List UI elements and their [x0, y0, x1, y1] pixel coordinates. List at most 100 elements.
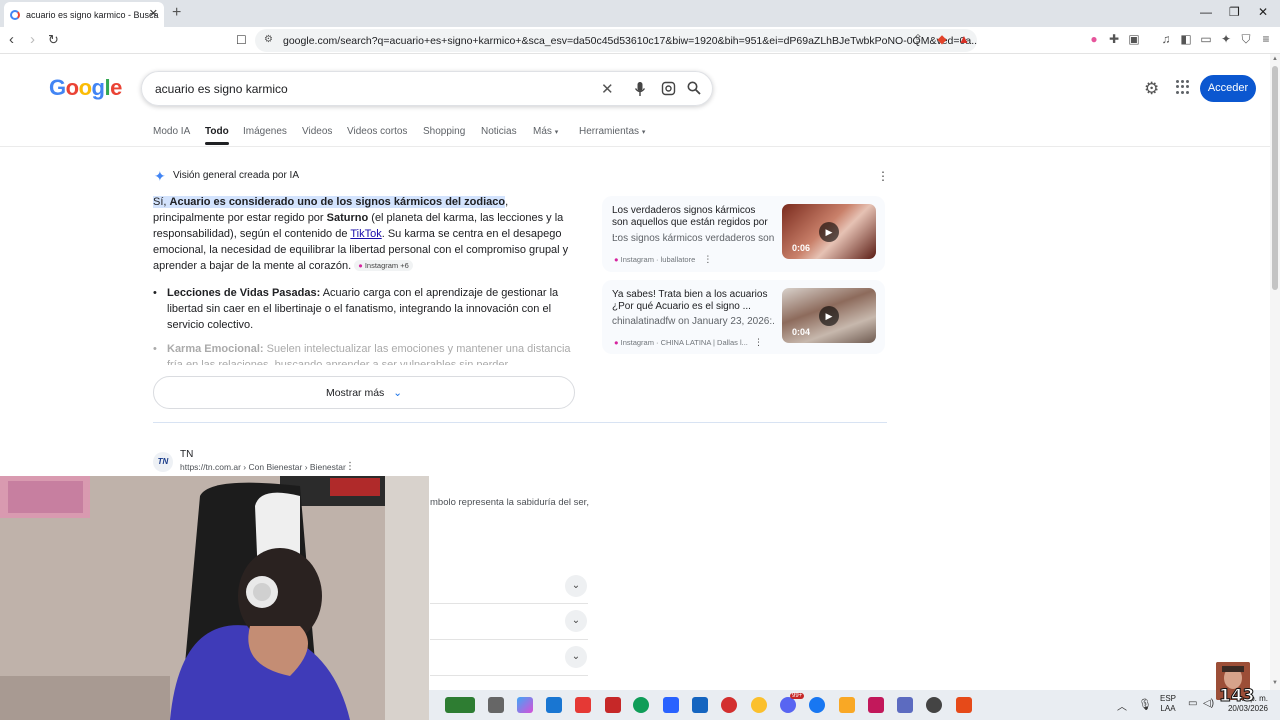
expand-chevron-icon[interactable]: ⌄ — [565, 610, 587, 632]
tab-modo-ia[interactable]: Modo IA — [153, 126, 190, 137]
rewards-icon[interactable]: ▲ — [957, 32, 971, 46]
reload-icon[interactable]: ↻ — [48, 32, 59, 48]
video-thumbnail[interactable]: ▶ 0:04 — [782, 288, 876, 343]
result-site-name[interactable]: TN — [180, 449, 193, 460]
google-logo[interactable]: Google — [49, 75, 122, 101]
browser-tab[interactable]: acuario es signo karmico - Busca ✕ — [4, 2, 164, 27]
scroll-up-icon[interactable]: ▲ — [1272, 56, 1278, 62]
clear-search-icon[interactable]: ✕ — [601, 80, 614, 98]
messenger-icon[interactable] — [663, 697, 679, 713]
tab-imagenes[interactable]: Imágenes — [243, 126, 287, 137]
video-card[interactable]: Los verdaderos signos kármicos son aquel… — [602, 196, 885, 272]
volume-icon[interactable]: ◁) — [1203, 698, 1214, 709]
tab-videos[interactable]: Videos — [302, 126, 332, 137]
vpn-icon[interactable]: ⛉ — [1239, 32, 1253, 46]
app-icon[interactable] — [868, 697, 884, 713]
forward-icon[interactable]: › — [30, 31, 35, 48]
netflix-icon[interactable] — [605, 697, 621, 713]
media-icon[interactable]: ♫ — [1159, 32, 1173, 46]
game-app-icon[interactable] — [445, 697, 475, 713]
youtube-icon[interactable] — [575, 697, 591, 713]
lens-search-icon[interactable] — [661, 81, 676, 99]
source-chip[interactable]: ● Instagram +6 — [354, 260, 413, 271]
file-explorer-icon[interactable] — [839, 697, 855, 713]
restore-icon[interactable]: ❐ — [1229, 5, 1240, 19]
result-snippet: mbolo representa la sabiduría del ser, — [430, 497, 589, 508]
search-input[interactable]: acuario es signo karmico — [155, 82, 288, 96]
facebook-icon[interactable] — [809, 697, 825, 713]
ai-assistant-icon[interactable]: ✦ — [1219, 32, 1233, 46]
back-icon[interactable]: ‹ — [9, 31, 14, 48]
share-icon[interactable]: ⇪ — [911, 32, 925, 46]
discord-icon[interactable] — [780, 697, 796, 713]
sign-in-button[interactable]: Acceder — [1200, 75, 1256, 102]
instagram-icon: ● — [614, 338, 619, 347]
copilot-icon[interactable] — [517, 697, 533, 713]
play-icon[interactable]: ▶ — [819, 222, 839, 242]
tab-todo[interactable]: Todo — [205, 126, 229, 145]
steam-icon[interactable] — [926, 697, 942, 713]
sidebar-icon[interactable]: ◧ — [1179, 32, 1193, 46]
play-icon[interactable]: ▶ — [819, 306, 839, 326]
tray-overflow-icon[interactable]: ︿ — [1117, 698, 1127, 713]
brave-shield-icon[interactable]: ◆ — [935, 32, 949, 46]
show-more-button[interactable]: Mostrar más ⌄ — [153, 376, 575, 409]
mail-icon[interactable] — [692, 697, 708, 713]
screenshot-icon[interactable]: ▣ — [1127, 32, 1141, 46]
search-box[interactable]: acuario es signo karmico ✕ — [141, 71, 713, 106]
more-options-icon[interactable]: ⋮ — [877, 169, 889, 183]
instagram-icon: ● — [614, 255, 619, 264]
language-indicator[interactable]: ESP LAA — [1160, 694, 1176, 714]
address-bar[interactable]: ⚙ google.com/search?q=acuario+es+signo+k… — [255, 29, 977, 52]
header-divider — [0, 146, 1270, 147]
scroll-down-icon[interactable]: ▼ — [1272, 680, 1278, 686]
ai-bullet-list: Lecciones de Vidas Pasadas: Acuario carg… — [153, 285, 578, 365]
store-icon[interactable] — [546, 697, 562, 713]
extension-color-icon[interactable]: ● — [1087, 32, 1101, 46]
chrome-icon[interactable] — [751, 697, 767, 713]
ai-overview-divider — [153, 422, 887, 423]
video-source-label: Instagram · CHINA LATINA | Dallas l... — [620, 338, 748, 347]
voice-search-icon[interactable] — [634, 81, 646, 100]
new-tab-icon[interactable]: + — [172, 4, 181, 22]
video-duration: 0:06 — [792, 243, 811, 253]
scrollbar-thumb[interactable] — [1272, 66, 1278, 290]
video-subtitle: chinalatinadfw on January 23, 2026:... — [612, 316, 774, 327]
google-apps-icon[interactable] — [1176, 80, 1190, 94]
brave-icon[interactable] — [956, 697, 972, 713]
overlay-counter: 143 — [1219, 686, 1255, 707]
search-icon[interactable] — [687, 81, 701, 98]
tiktok-link[interactable]: TikTok — [350, 228, 381, 240]
edge-icon[interactable] — [633, 697, 649, 713]
close-tab-icon[interactable]: ✕ — [149, 7, 158, 20]
tab-mas[interactable]: Más ▾ — [533, 126, 558, 137]
tab-videos-cortos[interactable]: Videos cortos — [347, 126, 407, 137]
more-options-icon[interactable]: ⋮ — [703, 254, 712, 264]
site-info-icon[interactable]: ⚙ — [264, 34, 273, 45]
settings-gear-icon[interactable]: ⚙ — [1144, 79, 1159, 99]
tab-herramientas[interactable]: Herramientas ▾ — [579, 126, 645, 137]
more-options-icon[interactable]: ⋮ — [345, 461, 355, 472]
wallet-icon[interactable]: ▭ — [1199, 32, 1213, 46]
video-thumbnail[interactable]: ▶ 0:06 — [782, 204, 876, 259]
task-view-icon[interactable] — [488, 697, 504, 713]
expand-chevron-icon[interactable]: ⌄ — [565, 646, 587, 668]
tn-site-logo[interactable]: TN — [153, 452, 173, 472]
result-site-url[interactable]: https://tn.com.ar › Con Bienestar › Bien… — [180, 462, 346, 472]
teams-icon[interactable] — [897, 697, 913, 713]
microphone-icon[interactable]: 🎙 — [1138, 698, 1152, 711]
network-icon[interactable]: ▭ — [1188, 698, 1197, 709]
tab-noticias[interactable]: Noticias — [481, 126, 517, 137]
bookmark-icon[interactable]: ☐ — [236, 33, 247, 47]
extensions-icon[interactable]: ✚ — [1107, 32, 1121, 46]
close-window-icon[interactable]: ✕ — [1258, 5, 1268, 19]
page-scrollbar[interactable]: ▲ ▼ — [1270, 54, 1280, 690]
video-subtitle: Los signos kármicos verdaderos son... — [612, 233, 774, 244]
menu-icon[interactable]: ≡ — [1259, 32, 1273, 46]
more-options-icon[interactable]: ⋮ — [754, 337, 763, 347]
opera-icon[interactable] — [721, 697, 737, 713]
video-card[interactable]: Ya sabes! Trata bien a los acuarios ¿Por… — [602, 280, 885, 354]
expand-chevron-icon[interactable]: ⌄ — [565, 575, 587, 597]
tab-shopping[interactable]: Shopping — [423, 126, 465, 137]
minimize-icon[interactable]: — — [1200, 5, 1212, 19]
